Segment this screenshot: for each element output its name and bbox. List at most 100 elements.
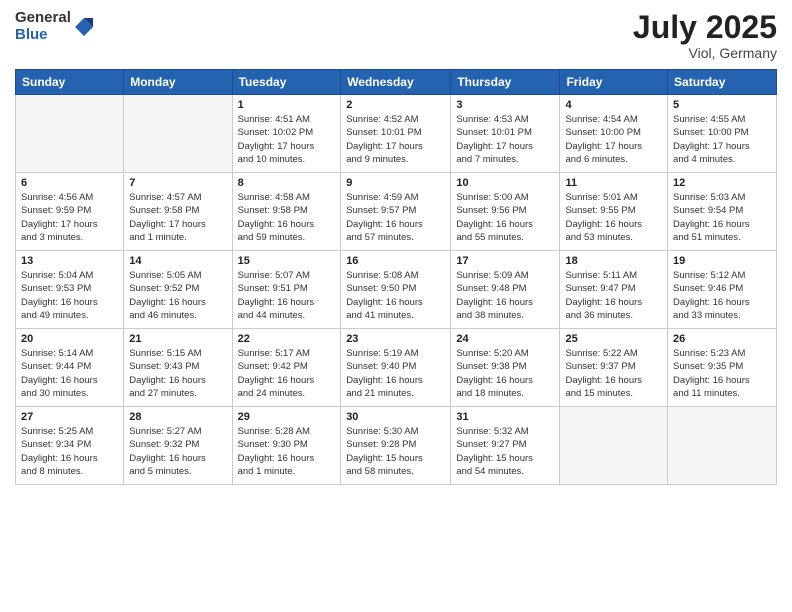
day-info: Sunrise: 5:05 AMSunset: 9:52 PMDaylight:… <box>129 269 226 322</box>
col-sunday: Sunday <box>16 70 124 95</box>
col-monday: Monday <box>124 70 232 95</box>
day-cell: 28Sunrise: 5:27 AMSunset: 9:32 PMDayligh… <box>124 407 232 485</box>
day-number: 4 <box>565 99 662 111</box>
day-info: Sunrise: 5:04 AMSunset: 9:53 PMDaylight:… <box>21 269 118 322</box>
day-info: Sunrise: 5:08 AMSunset: 9:50 PMDaylight:… <box>346 269 445 322</box>
day-cell <box>124 95 232 173</box>
day-cell: 12 Sunrise: 5:03 AMSunset: 9:54 PMDayligh… <box>668 173 777 251</box>
day-cell: 3 Sunrise: 4:53 AMSunset: 10:01 PMDayligh… <box>451 95 560 173</box>
day-cell: 27 Sunrise: 5:25 AMSunset: 9:34 PMDayligh… <box>16 407 124 485</box>
day-info: Sunrise: 4:59 AMSunset: 9:57 PMDaylight:… <box>346 191 445 244</box>
day-info: Sunrise: 4:51 AMSunset: 10:02 PMDaylight… <box>238 113 336 166</box>
logo: General Blue <box>15 10 93 43</box>
day-cell: 30Sunrise: 5:30 AMSunset: 9:28 PMDayligh… <box>341 407 451 485</box>
day-cell: 14 Sunrise: 5:05 AMSunset: 9:52 PMDayligh… <box>124 251 232 329</box>
day-number: 25 <box>565 333 662 345</box>
day-cell: 25 Sunrise: 5:22 AMSunset: 9:37 PMDayligh… <box>560 329 668 407</box>
day-info: Sunrise: 5:19 AMSunset: 9:40 PMDaylight:… <box>346 347 445 400</box>
day-info: Sunrise: 5:23 AMSunset: 9:35 PMDaylight:… <box>673 347 771 400</box>
day-info: Sunrise: 5:22 AMSunset: 9:37 PMDaylight:… <box>565 347 662 400</box>
day-cell: 31Sunrise: 5:32 AMSunset: 9:27 PMDayligh… <box>451 407 560 485</box>
day-info: Sunrise: 5:25 AMSunset: 9:34 PMDaylight:… <box>21 425 118 478</box>
day-cell: 17 Sunrise: 5:09 AMSunset: 9:48 PMDayligh… <box>451 251 560 329</box>
day-cell: 23 Sunrise: 5:19 AMSunset: 9:40 PMDayligh… <box>341 329 451 407</box>
day-number: 11 <box>565 177 662 189</box>
day-info: Sunrise: 5:09 AMSunset: 9:48 PMDaylight:… <box>456 269 554 322</box>
day-info: Sunrise: 4:52 AMSunset: 10:01 PMDaylight… <box>346 113 445 166</box>
day-info: Sunrise: 5:12 AMSunset: 9:46 PMDaylight:… <box>673 269 771 322</box>
day-number: 13 <box>21 255 118 267</box>
day-number: 31 <box>456 411 554 423</box>
location: Viol, Germany <box>633 45 777 61</box>
day-number: 8 <box>238 177 336 189</box>
day-info: Sunrise: 4:54 AMSunset: 10:00 PMDaylight… <box>565 113 662 166</box>
day-cell: 26Sunrise: 5:23 AMSunset: 9:35 PMDayligh… <box>668 329 777 407</box>
day-info: Sunrise: 4:58 AMSunset: 9:58 PMDaylight:… <box>238 191 336 244</box>
col-saturday: Saturday <box>668 70 777 95</box>
day-cell: 6Sunrise: 4:56 AMSunset: 9:59 PMDaylight… <box>16 173 124 251</box>
month-title: July 2025 <box>633 10 777 45</box>
day-cell: 24Sunrise: 5:20 AMSunset: 9:38 PMDayligh… <box>451 329 560 407</box>
day-number: 12 <box>673 177 771 189</box>
logo-blue: Blue <box>15 27 71 44</box>
day-cell: 5Sunrise: 4:55 AMSunset: 10:00 PMDayligh… <box>668 95 777 173</box>
day-info: Sunrise: 5:20 AMSunset: 9:38 PMDaylight:… <box>456 347 554 400</box>
week-row-4: 27 Sunrise: 5:25 AMSunset: 9:34 PMDayligh… <box>16 407 777 485</box>
day-number: 27 <box>21 411 118 423</box>
day-cell: 7 Sunrise: 4:57 AMSunset: 9:58 PMDaylight… <box>124 173 232 251</box>
page: General Blue July 2025 Viol, Germany Sun… <box>0 0 792 612</box>
day-number: 14 <box>129 255 226 267</box>
day-info: Sunrise: 5:07 AMSunset: 9:51 PMDaylight:… <box>238 269 336 322</box>
day-cell: 22Sunrise: 5:17 AMSunset: 9:42 PMDayligh… <box>232 329 341 407</box>
col-wednesday: Wednesday <box>341 70 451 95</box>
week-row-1: 6Sunrise: 4:56 AMSunset: 9:59 PMDaylight… <box>16 173 777 251</box>
day-info: Sunrise: 5:03 AMSunset: 9:54 PMDaylight:… <box>673 191 771 244</box>
day-info: Sunrise: 5:01 AMSunset: 9:55 PMDaylight:… <box>565 191 662 244</box>
day-number: 9 <box>346 177 445 189</box>
day-cell: 18Sunrise: 5:11 AMSunset: 9:47 PMDayligh… <box>560 251 668 329</box>
day-number: 7 <box>129 177 226 189</box>
day-cell: 1 Sunrise: 4:51 AMSunset: 10:02 PMDayligh… <box>232 95 341 173</box>
col-tuesday: Tuesday <box>232 70 341 95</box>
day-cell: 11 Sunrise: 5:01 AMSunset: 9:55 PMDayligh… <box>560 173 668 251</box>
day-cell: 19 Sunrise: 5:12 AMSunset: 9:46 PMDayligh… <box>668 251 777 329</box>
week-row-0: 1 Sunrise: 4:51 AMSunset: 10:02 PMDayligh… <box>16 95 777 173</box>
day-number: 10 <box>456 177 554 189</box>
day-number: 30 <box>346 411 445 423</box>
day-info: Sunrise: 5:00 AMSunset: 9:56 PMDaylight:… <box>456 191 554 244</box>
day-number: 6 <box>21 177 118 189</box>
col-thursday: Thursday <box>451 70 560 95</box>
day-cell: 29Sunrise: 5:28 AMSunset: 9:30 PMDayligh… <box>232 407 341 485</box>
day-number: 17 <box>456 255 554 267</box>
day-number: 21 <box>129 333 226 345</box>
col-friday: Friday <box>560 70 668 95</box>
day-number: 15 <box>238 255 336 267</box>
day-info: Sunrise: 4:55 AMSunset: 10:00 PMDaylight… <box>673 113 771 166</box>
title-block: July 2025 Viol, Germany <box>633 10 777 61</box>
day-cell <box>560 407 668 485</box>
day-number: 3 <box>456 99 554 111</box>
day-cell: 4 Sunrise: 4:54 AMSunset: 10:00 PMDayligh… <box>560 95 668 173</box>
day-number: 22 <box>238 333 336 345</box>
day-cell: 15 Sunrise: 5:07 AMSunset: 9:51 PMDayligh… <box>232 251 341 329</box>
header: General Blue July 2025 Viol, Germany <box>15 10 777 61</box>
day-number: 29 <box>238 411 336 423</box>
day-cell: 20Sunrise: 5:14 AMSunset: 9:44 PMDayligh… <box>16 329 124 407</box>
day-number: 19 <box>673 255 771 267</box>
day-cell: 9 Sunrise: 4:59 AMSunset: 9:57 PMDaylight… <box>341 173 451 251</box>
logo-icon <box>75 18 93 36</box>
day-number: 28 <box>129 411 226 423</box>
weekday-row: Sunday Monday Tuesday Wednesday Thursday… <box>16 70 777 95</box>
calendar-header: Sunday Monday Tuesday Wednesday Thursday… <box>16 70 777 95</box>
day-info: Sunrise: 4:53 AMSunset: 10:01 PMDaylight… <box>456 113 554 166</box>
day-cell: 16Sunrise: 5:08 AMSunset: 9:50 PMDayligh… <box>341 251 451 329</box>
day-cell <box>668 407 777 485</box>
day-info: Sunrise: 4:57 AMSunset: 9:58 PMDaylight:… <box>129 191 226 244</box>
calendar-table: Sunday Monday Tuesday Wednesday Thursday… <box>15 69 777 485</box>
day-number: 23 <box>346 333 445 345</box>
day-cell: 10 Sunrise: 5:00 AMSunset: 9:56 PMDayligh… <box>451 173 560 251</box>
day-number: 2 <box>346 99 445 111</box>
day-number: 1 <box>238 99 336 111</box>
day-info: Sunrise: 5:11 AMSunset: 9:47 PMDaylight:… <box>565 269 662 322</box>
calendar-body: 1 Sunrise: 4:51 AMSunset: 10:02 PMDayligh… <box>16 95 777 485</box>
